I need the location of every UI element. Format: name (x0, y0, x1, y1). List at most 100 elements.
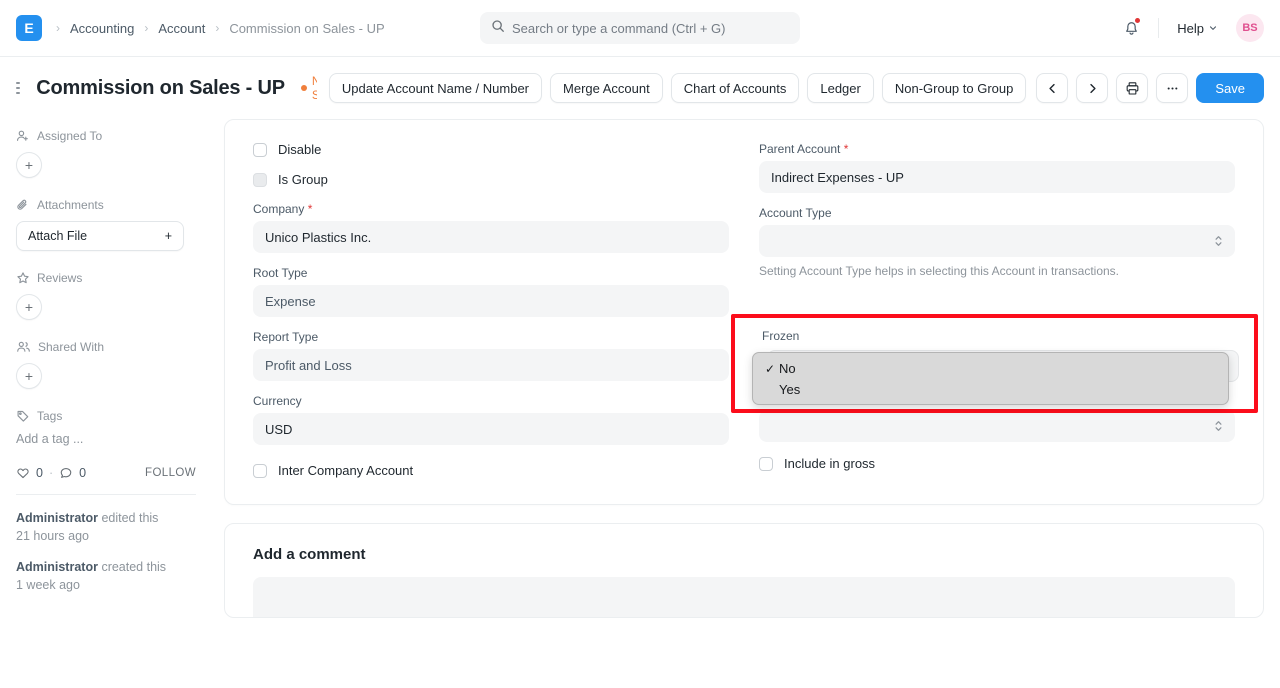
account-type-select[interactable] (759, 225, 1235, 257)
inter-company-account-checkbox[interactable] (253, 464, 267, 478)
like-count: 0 (36, 466, 43, 480)
print-button[interactable] (1116, 73, 1148, 103)
more-actions-button[interactable] (1156, 73, 1188, 103)
comment-card: Add a comment (224, 523, 1264, 618)
comment-title: Add a comment (253, 546, 1235, 563)
breadcrumb-item-current: Commission on Sales - UP (223, 18, 390, 39)
is-group-label: Is Group (278, 172, 328, 187)
root-type-input[interactable]: Expense (253, 285, 729, 317)
frozen-option-yes-label: Yes (779, 382, 800, 397)
tags-label: Tags (37, 409, 62, 423)
search-container (480, 12, 800, 44)
sidebar-section-attachments: Attachments Attach File + (16, 198, 196, 251)
include-in-gross-checkbox[interactable] (759, 457, 773, 471)
plus-icon: + (165, 229, 172, 243)
breadcrumb-separator-icon: › (54, 21, 62, 35)
include-in-gross-row[interactable]: Include in gross (759, 456, 1235, 471)
non-group-to-group-button[interactable]: Non-Group to Group (882, 73, 1027, 103)
sidebar-divider (16, 494, 196, 495)
currency-input[interactable]: USD (253, 413, 729, 445)
navbar-actions: Help BS (1116, 13, 1264, 43)
frozen-option-no[interactable]: ✓ No (753, 358, 1228, 379)
breadcrumb-item-accounting[interactable]: Accounting (64, 18, 140, 39)
chevron-up-down-icon (1214, 233, 1223, 249)
heart-icon[interactable] (16, 466, 30, 480)
avatar[interactable]: BS (1236, 14, 1264, 42)
activity-time: 21 hours ago (16, 529, 89, 543)
notifications-button[interactable] (1116, 13, 1146, 43)
add-tag-input[interactable]: Add a tag ... (16, 432, 196, 446)
page-header: Commission on Sales - UP Not Saved Updat… (0, 57, 1280, 119)
tag-icon (16, 409, 30, 423)
breadcrumb-separator-icon: › (213, 21, 221, 35)
currency-field: Currency USD (253, 394, 729, 445)
merge-account-button[interactable]: Merge Account (550, 73, 663, 103)
report-type-input[interactable]: Profit and Loss (253, 349, 729, 381)
previous-document-button[interactable] (1036, 73, 1068, 103)
update-account-name-number-button[interactable]: Update Account Name / Number (329, 73, 542, 103)
add-share-button[interactable]: + (16, 363, 42, 389)
follow-button[interactable]: FOLLOW (145, 467, 196, 479)
activity-time: 1 week ago (16, 578, 80, 592)
plus-icon: + (25, 369, 33, 383)
breadcrumb-item-account[interactable]: Account (152, 18, 211, 39)
disable-checkbox[interactable] (253, 143, 267, 157)
is-group-checkbox-row: Is Group (253, 172, 729, 187)
help-menu-button[interactable]: Help (1171, 17, 1224, 40)
app-logo-icon[interactable]: E (16, 15, 42, 41)
root-type-label: Root Type (253, 266, 729, 280)
comment-icon[interactable] (59, 466, 73, 480)
add-review-button[interactable]: + (16, 294, 42, 320)
attachments-label: Attachments (37, 198, 104, 212)
account-type-field: Account Type Setting Account Type helps … (759, 206, 1235, 278)
shared-with-header: Shared With (16, 340, 196, 354)
star-icon (16, 271, 30, 285)
social-actions: 0 · 0 FOLLOW (16, 466, 196, 480)
user-plus-icon (16, 129, 30, 143)
frozen-option-yes[interactable]: Yes (753, 379, 1228, 400)
company-input[interactable]: Unico Plastics Inc. (253, 221, 729, 253)
next-document-button[interactable] (1076, 73, 1108, 103)
company-label-text: Company (253, 202, 304, 216)
hamburger-icon[interactable] (16, 82, 20, 94)
page-action-buttons: Update Account Name / Number Merge Accou… (329, 73, 1027, 103)
reviews-header: Reviews (16, 271, 196, 285)
search-box[interactable] (480, 12, 800, 44)
users-icon (16, 340, 31, 354)
avatar-initials: BS (1242, 22, 1257, 34)
disable-label: Disable (278, 142, 321, 157)
balance-must-be-select[interactable] (759, 410, 1235, 442)
activity-log-item: Administrator created this 1 week ago (16, 558, 196, 594)
paperclip-icon (16, 198, 30, 212)
reviews-label: Reviews (37, 271, 82, 285)
printer-icon (1125, 81, 1140, 96)
required-marker: * (308, 202, 313, 216)
comment-input[interactable] (253, 577, 1235, 617)
chevron-right-icon (1086, 82, 1099, 95)
chart-of-accounts-button[interactable]: Chart of Accounts (671, 73, 800, 103)
form-column-right: Parent Account * Indirect Expenses - UP … (759, 142, 1235, 478)
sidebar-section-shared-with: Shared With + (16, 340, 196, 389)
company-label: Company * (253, 202, 729, 216)
navbar-divider (1158, 18, 1159, 38)
search-input[interactable] (512, 21, 789, 36)
inter-company-account-row[interactable]: Inter Company Account (253, 463, 729, 478)
add-assignment-button[interactable]: + (16, 152, 42, 178)
disable-checkbox-row[interactable]: Disable (253, 142, 729, 157)
is-group-checkbox (253, 173, 267, 187)
search-icon (491, 19, 505, 38)
page-title: Commission on Sales - UP (36, 77, 285, 100)
parent-account-input[interactable]: Indirect Expenses - UP (759, 161, 1235, 193)
chevron-down-icon (1208, 23, 1218, 33)
attach-file-button[interactable]: Attach File + (16, 221, 184, 251)
ledger-button[interactable]: Ledger (807, 73, 873, 103)
attach-file-label: Attach File (28, 229, 87, 243)
activity-user: Administrator (16, 511, 98, 525)
help-label: Help (1177, 21, 1204, 36)
save-button[interactable]: Save (1196, 73, 1264, 103)
tags-header: Tags (16, 409, 196, 423)
top-navbar: E › Accounting › Account › Commission on… (0, 0, 1280, 57)
frozen-dropdown-menu[interactable]: ✓ No Yes (752, 352, 1229, 405)
status-dot-icon (301, 85, 307, 91)
chevron-up-down-icon (1214, 418, 1223, 434)
